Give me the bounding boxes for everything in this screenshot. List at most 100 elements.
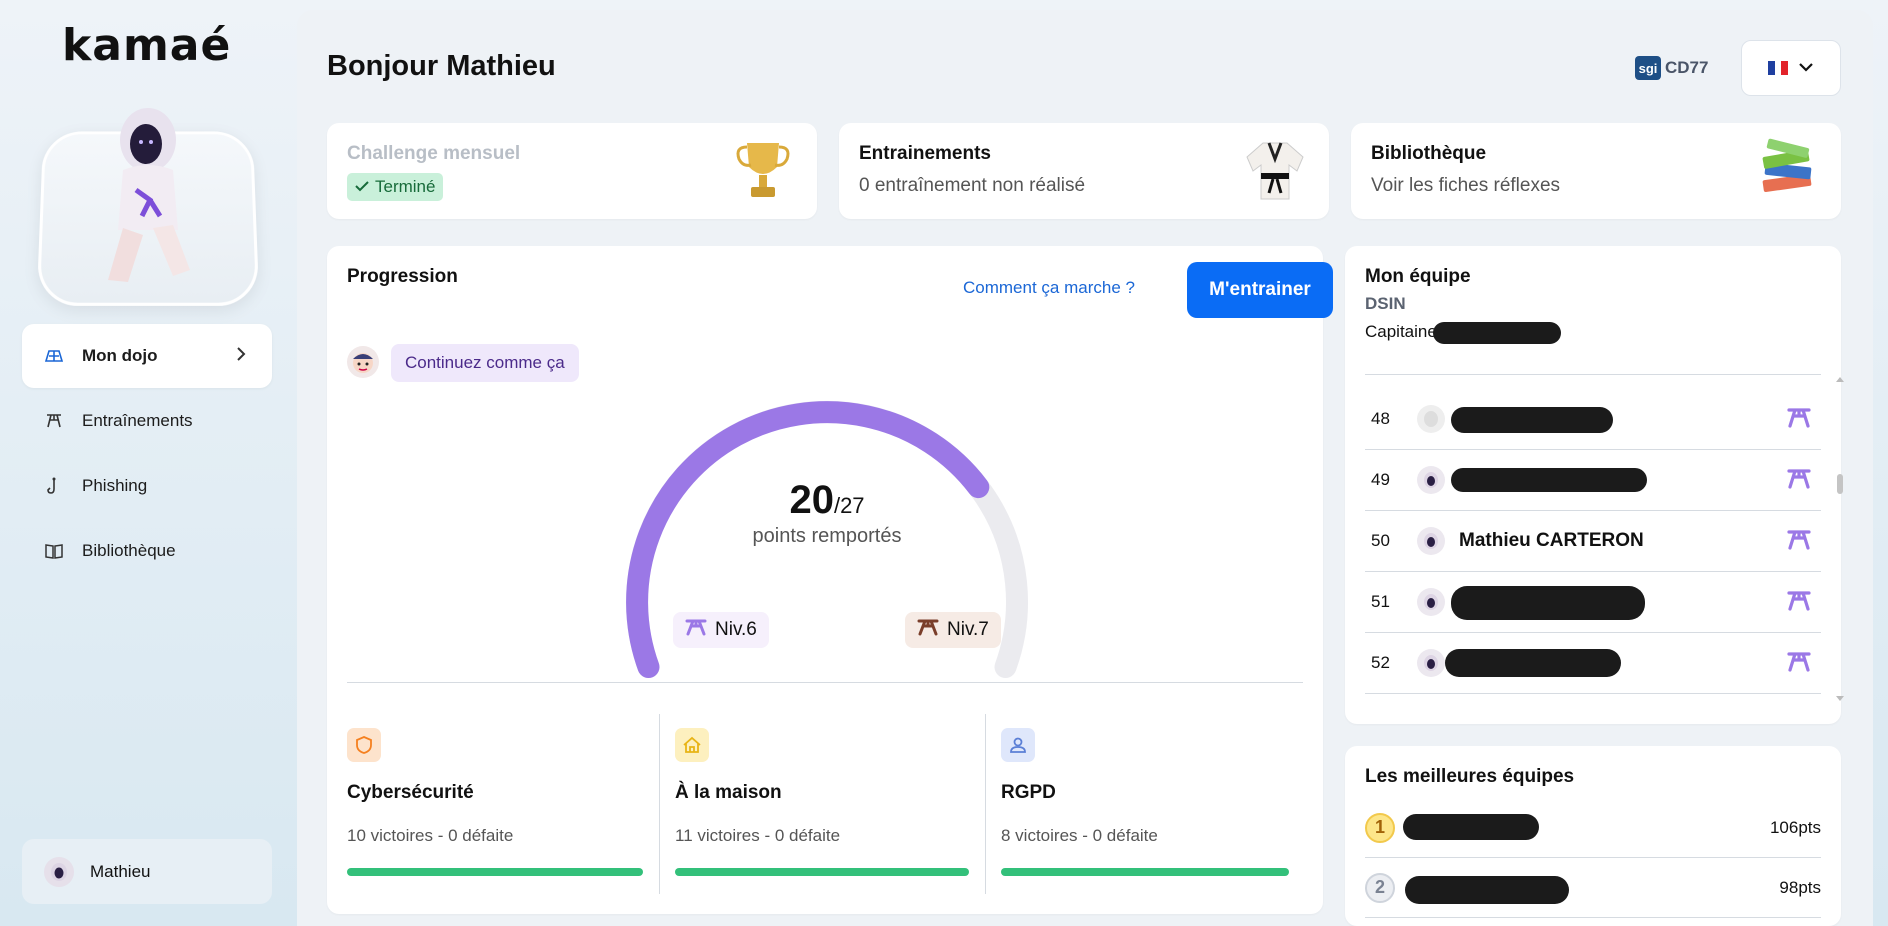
category-progress-bar xyxy=(1001,868,1289,876)
user-profile-button[interactable]: Mathieu xyxy=(22,839,272,904)
score-display: 20/27 points remportés xyxy=(627,478,1027,548)
chevron-right-icon xyxy=(236,346,246,367)
sidebar-item-phishing[interactable]: Phishing xyxy=(22,454,272,518)
avatar xyxy=(1417,405,1445,433)
avatar xyxy=(1417,466,1445,494)
sidebar-item-bibliotheque[interactable]: Bibliothèque xyxy=(22,519,272,583)
category-name: RGPD xyxy=(1001,782,1056,803)
category-progress-bar xyxy=(347,868,643,876)
category-name: Cybersécurité xyxy=(347,782,474,803)
redacted-team-name xyxy=(1405,876,1569,904)
avatar xyxy=(1417,588,1445,616)
brown-belt-icon xyxy=(917,618,939,642)
status-badge: Terminé xyxy=(347,173,444,201)
category-name: À la maison xyxy=(675,782,782,803)
rank: 50 xyxy=(1371,531,1390,550)
rank: 49 xyxy=(1371,470,1390,489)
my-team-card: Mon équipe DSIN Capitaine : 48 49 50 Mat… xyxy=(1345,246,1844,724)
sidebar-item-mon-dojo[interactable]: Mon dojo xyxy=(22,324,272,388)
user-name: Mathieu xyxy=(90,861,151,881)
check-icon xyxy=(355,177,369,197)
rank: 51 xyxy=(1371,592,1390,611)
trainings-title: Entrainements xyxy=(859,143,991,164)
chevron-down-icon xyxy=(1798,59,1814,77)
score-value: 20 xyxy=(789,478,834,522)
ninja-avatar-image xyxy=(108,108,190,282)
next-level-badge: Niv.7 xyxy=(905,612,1001,648)
sidebar-item-label: Mon dojo xyxy=(82,346,158,365)
purple-belt-icon xyxy=(1787,529,1811,556)
trainings-subtitle: 0 entraînement non réalisé xyxy=(859,175,1086,196)
redacted-member-name xyxy=(1451,468,1647,492)
team-ranking-list[interactable]: 48 49 50 Mathieu CARTERON 51 52 xyxy=(1365,374,1821,710)
trainings-card[interactable]: Entrainements 0 entraînement non réalisé xyxy=(839,123,1329,219)
page-title: Bonjour Mathieu xyxy=(327,50,556,82)
category-progress-bar xyxy=(675,868,969,876)
rank: 52 xyxy=(1371,653,1390,672)
book-icon xyxy=(44,541,64,561)
org-code: CD77 xyxy=(1665,58,1709,77)
trophy-icon xyxy=(736,143,790,197)
rank-badge: 2 xyxy=(1365,872,1395,903)
list-item[interactable]: 2 98pts xyxy=(1365,858,1821,918)
sgi-logo: sgi xyxy=(1635,56,1661,80)
redacted-team-name xyxy=(1403,814,1539,840)
category-cybersecurity: Cybersécurité 10 victoires - 0 défaite xyxy=(347,728,643,876)
divider xyxy=(347,682,1303,683)
belt-icon xyxy=(44,411,64,431)
challenge-card[interactable]: Challenge mensuel Terminé xyxy=(327,123,817,219)
level-label: Niv.7 xyxy=(947,619,989,640)
category-rgpd: RGPD 8 victoires - 0 défaite xyxy=(1001,728,1289,876)
category-stats: 10 victoires - 0 défaite xyxy=(347,826,514,845)
purple-belt-icon xyxy=(685,618,707,642)
library-title: Bibliothèque xyxy=(1371,143,1487,164)
redacted-member-name xyxy=(1451,407,1613,433)
library-card[interactable]: Bibliothèque Voir les fiches réflexes xyxy=(1351,123,1841,219)
coach-message: Continuez comme ça xyxy=(391,344,579,382)
challenge-title: Challenge mensuel xyxy=(347,143,521,164)
user-icon xyxy=(1001,728,1035,762)
divider xyxy=(659,714,660,894)
current-level-badge: Niv.6 xyxy=(673,612,769,648)
category-home: À la maison 11 victoires - 0 défaite xyxy=(675,728,969,876)
best-teams-title: Les meilleures équipes xyxy=(1365,766,1575,787)
list-item[interactable]: 52 xyxy=(1365,633,1821,694)
rank: 48 xyxy=(1371,409,1390,428)
level-label: Niv.6 xyxy=(715,619,757,640)
list-item-current-user[interactable]: 50 Mathieu CARTERON xyxy=(1365,511,1821,572)
team-points: 98pts xyxy=(1779,877,1821,897)
coach-avatar xyxy=(347,346,379,378)
kamae-logo[interactable]: kamaé xyxy=(62,20,232,71)
divider xyxy=(985,714,986,894)
sidebar-item-label: Phishing xyxy=(82,476,148,495)
how-it-works-link[interactable]: Comment ça marche ? xyxy=(963,278,1135,298)
sidebar-item-entrainements[interactable]: Entraînements xyxy=(22,389,272,453)
scrollbar[interactable] xyxy=(1835,374,1845,704)
score-total: /27 xyxy=(833,493,865,518)
purple-belt-icon xyxy=(1787,590,1811,617)
score-label: points remportés xyxy=(752,525,902,547)
dojo-icon xyxy=(44,346,64,366)
best-teams-card: Les meilleures équipes 1 106pts 2 98pts xyxy=(1345,746,1841,926)
progression-card: Progression Comment ça marche ? M'entrai… xyxy=(327,246,1333,914)
progression-title: Progression xyxy=(347,266,458,287)
list-item[interactable]: 1 106pts xyxy=(1365,798,1821,858)
shield-icon xyxy=(347,728,381,762)
list-item[interactable]: 49 xyxy=(1365,450,1821,511)
sidebar-item-label: Bibliothèque xyxy=(82,541,176,560)
train-button[interactable]: M'entrainer xyxy=(1187,262,1333,318)
language-selector[interactable] xyxy=(1741,40,1841,96)
avatar xyxy=(1417,649,1445,677)
svg-text:kamaé: kamaé xyxy=(62,20,231,70)
avatar xyxy=(1417,527,1445,555)
team-card-title: Mon équipe xyxy=(1365,266,1471,287)
redacted-member-name xyxy=(1445,649,1621,677)
list-item[interactable]: 48 xyxy=(1365,389,1821,450)
category-stats: 11 victoires - 0 défaite xyxy=(675,826,841,845)
sidebar: kamaé Mon dojo Entraînements Phishing Bi… xyxy=(0,0,296,926)
main-content: Bonjour Mathieu sgi CD77 Challenge mensu… xyxy=(297,10,1873,926)
kimono-icon xyxy=(1246,142,1304,200)
purple-belt-icon xyxy=(1787,407,1811,434)
hook-icon xyxy=(44,476,64,496)
list-item[interactable]: 51 xyxy=(1365,572,1821,633)
